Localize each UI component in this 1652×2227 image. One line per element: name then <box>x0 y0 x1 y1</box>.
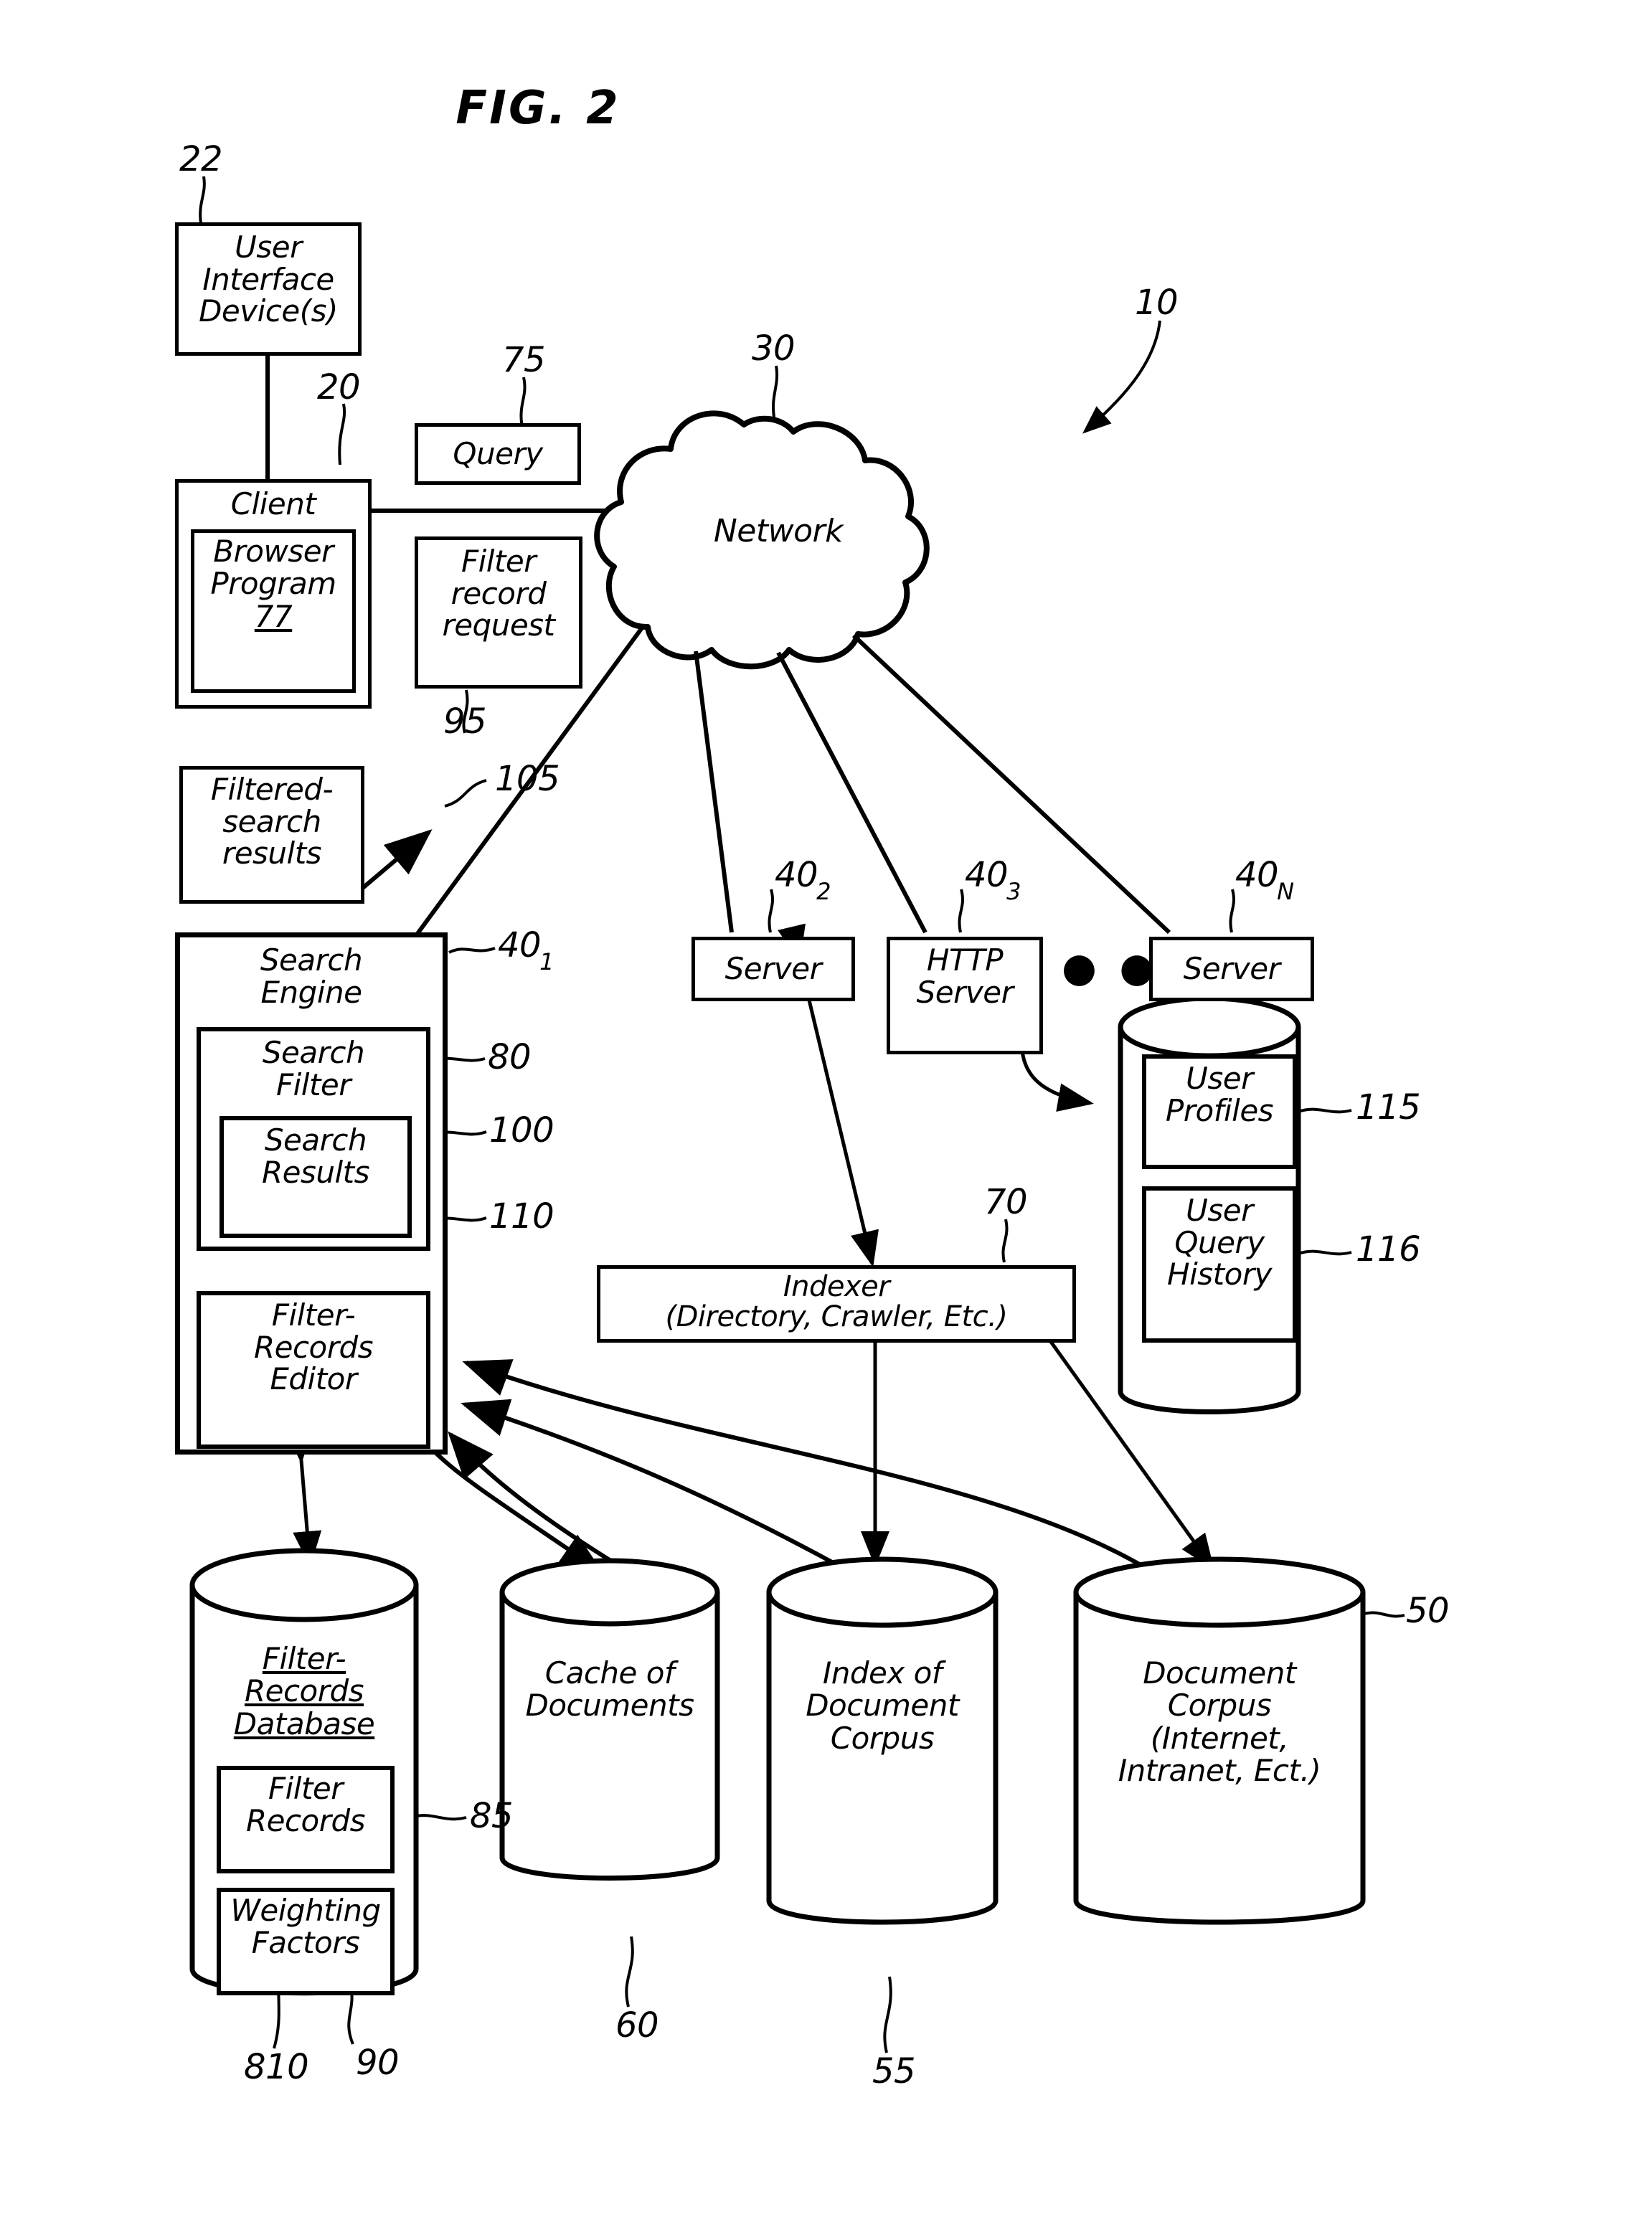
search-results-box[interactable]: Search Results <box>220 1116 412 1238</box>
browser-program-ref: 77 <box>254 599 293 635</box>
ref-70: 70 <box>984 1182 1028 1222</box>
ref-40-n: 40N <box>1235 855 1294 905</box>
user-query-history-label: User Query History <box>1167 1193 1272 1292</box>
search-results-label: Search Results <box>261 1122 370 1190</box>
index-of-document-corpus-cylinder[interactable]: Index of Document Corpus <box>769 1657 996 1779</box>
filter-records-editor-box[interactable]: Filter- Records Editor <box>197 1291 430 1449</box>
ref-110: 110 <box>489 1196 554 1237</box>
user-profiles-label: User Profiles <box>1165 1061 1274 1128</box>
ref-100: 100 <box>489 1110 554 1150</box>
ref-50: 50 <box>1406 1591 1450 1631</box>
ref-30: 30 <box>752 328 796 369</box>
ref-95: 95 <box>443 701 487 742</box>
filter-record-request-box[interactable]: Filter record request <box>415 536 582 689</box>
network-label: Network <box>713 513 844 549</box>
server-n-label: Server <box>1183 950 1280 986</box>
search-filter-label: Search Filter <box>262 1035 365 1102</box>
ref-75: 75 <box>502 340 546 380</box>
user-profiles-box[interactable]: User Profiles <box>1142 1054 1297 1169</box>
server-n-box[interactable]: Server <box>1149 937 1314 1001</box>
ref-80: 80 <box>488 1037 532 1077</box>
ref-40-2: 402 <box>775 855 831 905</box>
query-label: Query <box>453 435 543 471</box>
search-engine-label: Search Engine <box>260 942 363 1010</box>
ref-90: 90 <box>356 2043 400 2083</box>
ref-22: 22 <box>179 139 223 179</box>
filter-record-request-label: Filter record request <box>442 544 555 643</box>
ref-85: 85 <box>470 1796 514 1836</box>
patent-figure-2: FIG. 2 22 20 75 30 10 95 105 401 80 100 … <box>0 0 1652 2227</box>
filtered-search-results-box[interactable]: Filtered- search results <box>179 766 364 904</box>
ref-810: 810 <box>244 2047 309 2087</box>
http-server-box[interactable]: HTTP Server <box>887 937 1043 1054</box>
browser-program-label: Browser Program <box>210 534 336 601</box>
index-of-document-corpus-label: Index of Document Corpus <box>806 1655 959 1756</box>
ref-116: 116 <box>1356 1229 1421 1269</box>
ref-20: 20 <box>317 367 361 407</box>
filter-records-database-cylinder[interactable]: Filter- Records Database <box>192 1642 416 1764</box>
indexer-label: Indexer (Directory, Crawler, Etc.) <box>665 1270 1008 1334</box>
ref-40-3: 403 <box>965 855 1021 905</box>
cache-of-documents-cylinder[interactable]: Cache of Documents <box>502 1657 717 1743</box>
ref-40-1: 401 <box>498 925 554 975</box>
ref-115: 115 <box>1356 1087 1421 1127</box>
ref-10: 10 <box>1135 283 1179 323</box>
filter-records-label: Filter Records <box>245 1771 366 1838</box>
user-interface-device-label: User Interface Device(s) <box>199 230 338 329</box>
filtered-search-results-label: Filtered- search results <box>210 772 334 871</box>
document-corpus-cylinder[interactable]: Document Corpus (Internet, Intranet, Ect… <box>1076 1657 1363 1822</box>
weighting-factors-box[interactable]: Weighting Factors <box>217 1888 395 1995</box>
user-query-history-box[interactable]: User Query History <box>1142 1186 1297 1343</box>
ref-60: 60 <box>615 2005 659 2046</box>
filter-records-database-label: Filter- Records Database <box>233 1641 375 1741</box>
user-interface-device-box[interactable]: User Interface Device(s) <box>175 222 362 356</box>
ref-55: 55 <box>872 2051 916 2091</box>
weighting-factors-label: Weighting Factors <box>230 1893 381 1960</box>
figure-title: FIG. 2 <box>456 82 620 135</box>
query-box[interactable]: Query <box>415 423 581 485</box>
filter-records-box[interactable]: Filter Records <box>217 1766 395 1873</box>
cache-of-documents-label: Cache of Documents <box>525 1655 694 1724</box>
server-2-box[interactable]: Server <box>692 937 855 1001</box>
document-corpus-label: Document Corpus (Internet, Intranet, Ect… <box>1118 1655 1321 1789</box>
server-2-label: Server <box>724 950 822 986</box>
browser-program-box[interactable]: Browser Program 77 <box>191 529 356 693</box>
indexer-box[interactable]: Indexer (Directory, Crawler, Etc.) <box>597 1265 1076 1343</box>
client-label: Client <box>230 486 316 521</box>
http-server-label: HTTP Server <box>916 942 1014 1010</box>
filter-records-editor-label: Filter- Records Editor <box>253 1297 374 1397</box>
ref-105: 105 <box>495 759 560 799</box>
